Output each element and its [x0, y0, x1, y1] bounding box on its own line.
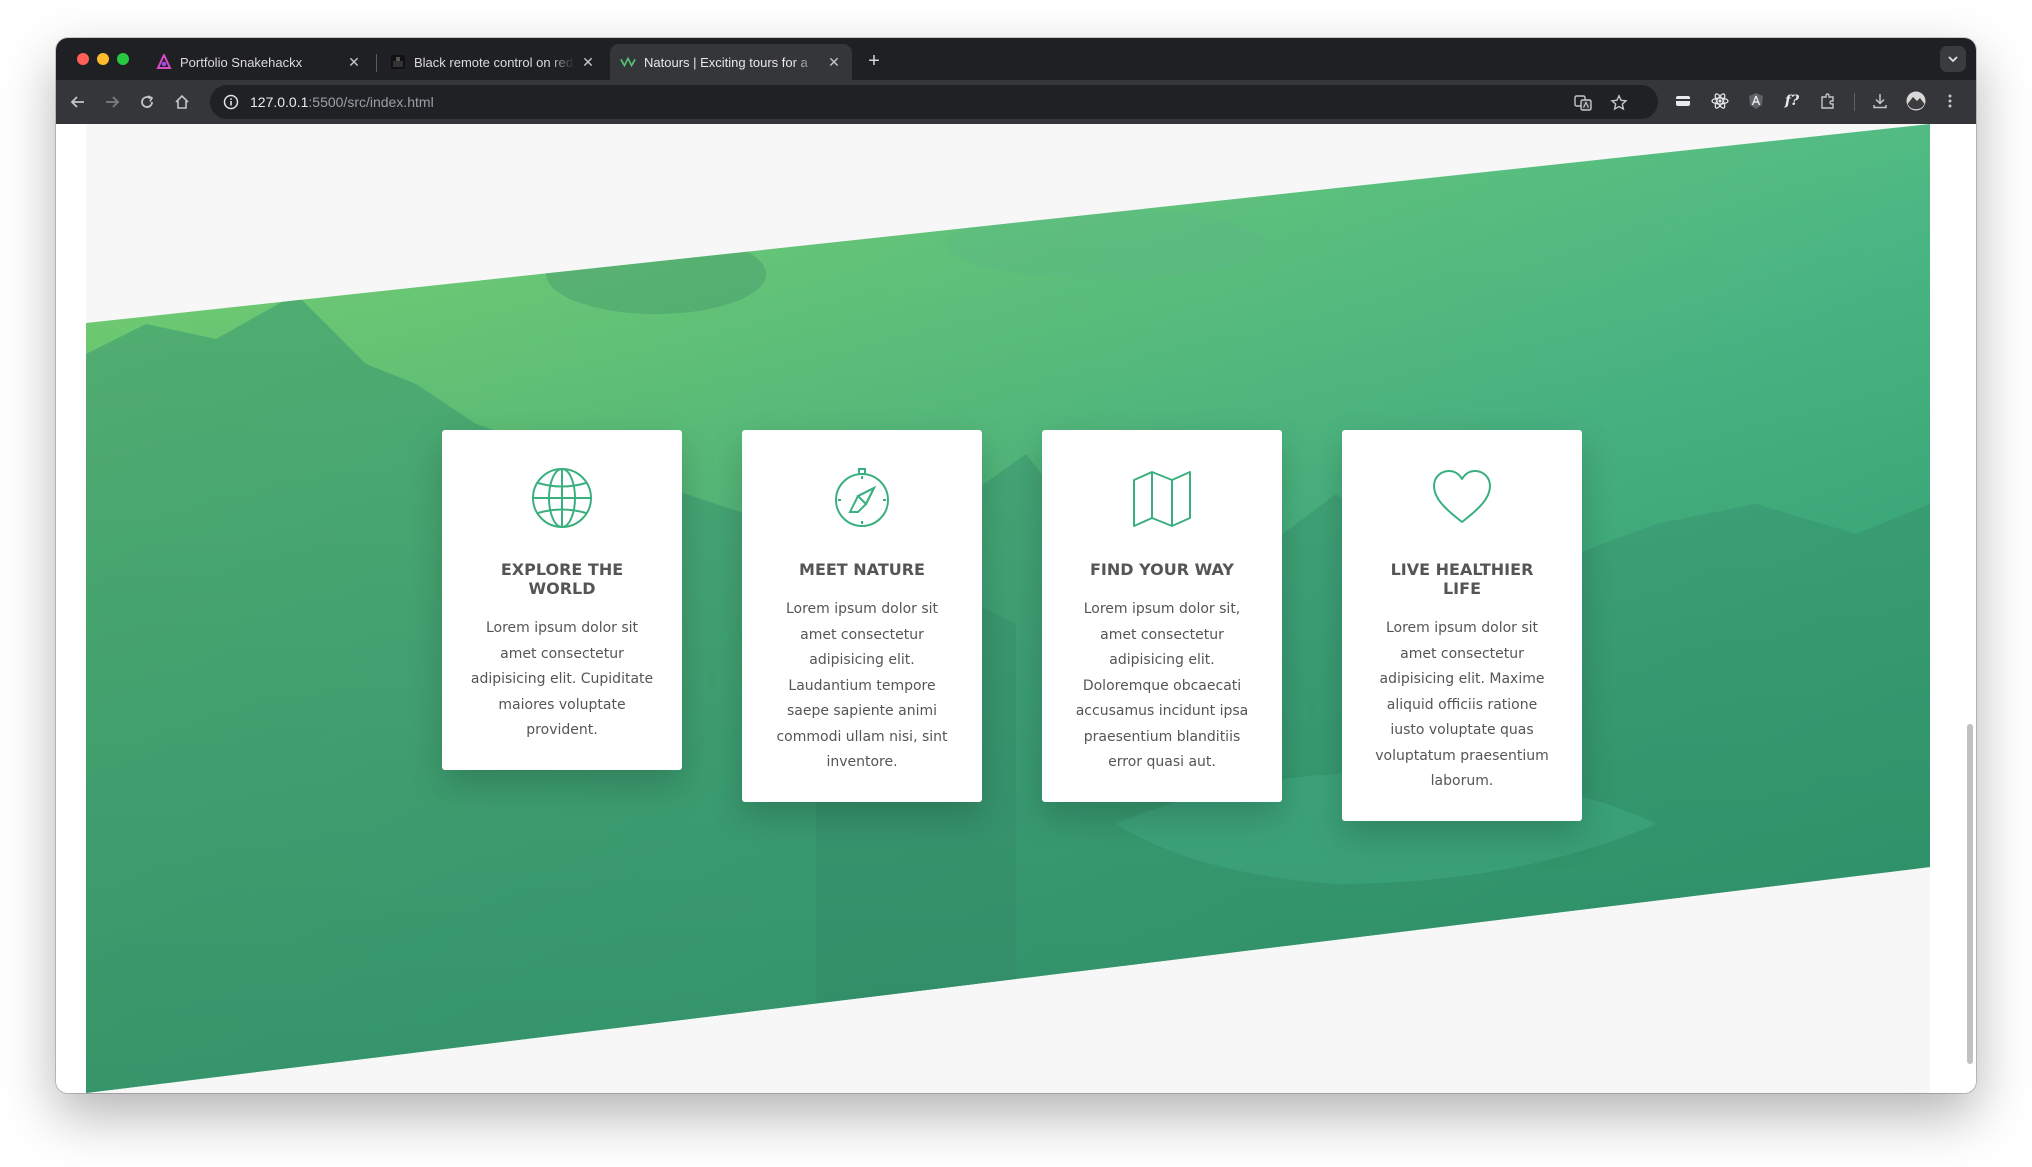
translate-icon[interactable] — [1574, 94, 1592, 112]
zoom-window-button[interactable] — [117, 53, 129, 65]
tab-title: Portfolio Snakehackx — [180, 54, 303, 70]
feature-card: Meet nature Lorem ipsum dolor sit amet c… — [742, 430, 982, 802]
feature-text: Lorem ipsum dolor sit amet consectetur a… — [1375, 620, 1549, 789]
extensions-puzzle-icon[interactable] — [1818, 91, 1838, 111]
features-section-background — [86, 124, 1930, 1093]
tab-remote-control[interactable]: Black remote control on red t ✕ — [380, 44, 606, 80]
map-icon — [1133, 471, 1191, 527]
feature-text: Lorem ipsum dolor sit, amet consectetur … — [1075, 601, 1249, 770]
url-host: 127.0.0.1 — [250, 94, 309, 110]
profile-avatar[interactable] — [1906, 91, 1926, 111]
feature-heading: Meet nature — [799, 560, 925, 579]
bookmark-star-icon[interactable] — [1610, 94, 1628, 112]
angular-devtools-icon[interactable] — [1746, 91, 1766, 111]
url-text: 127.0.0.1:5500/src/index.html — [250, 94, 434, 110]
feature-text: Lorem ipsum dolor sit amet consectetur a… — [776, 601, 948, 770]
tab-search-button[interactable] — [1940, 46, 1966, 72]
reload-button[interactable] — [136, 91, 158, 113]
tab-title: Black remote control on red t — [414, 54, 574, 70]
browser-window: Portfolio Snakehackx ✕ Black remote cont… — [56, 38, 1976, 1093]
forward-button[interactable] — [101, 91, 123, 113]
arrow-left-icon — [70, 96, 84, 108]
new-tab-button[interactable]: + — [862, 50, 886, 74]
tab-title: Natours | Exciting tours for a — [644, 54, 808, 70]
natours-logo-icon — [620, 54, 636, 70]
close-window-button[interactable] — [77, 53, 89, 65]
arrow-right-icon — [106, 96, 120, 108]
extension-card-icon[interactable] — [1673, 91, 1693, 111]
tab-natours[interactable]: Natours | Exciting tours for a ✕ — [610, 44, 852, 80]
image-thumbnail-icon — [390, 54, 406, 70]
function-extension-icon[interactable]: f? — [1782, 91, 1802, 111]
close-tab-icon[interactable]: ✕ — [826, 54, 842, 70]
more-menu-icon[interactable] — [1940, 91, 1960, 111]
home-button[interactable] — [171, 91, 193, 113]
feature-text: Lorem ipsum dolor sit amet consectetur a… — [470, 620, 654, 738]
tab-portfolio[interactable]: Portfolio Snakehackx ✕ — [146, 44, 372, 80]
globe-icon — [532, 468, 592, 528]
compass-icon — [835, 468, 889, 527]
heart-icon — [1433, 470, 1491, 523]
back-button[interactable] — [67, 91, 89, 113]
address-bar[interactable]: 127.0.0.1:5500/src/index.html — [210, 85, 1658, 119]
home-icon — [175, 94, 189, 109]
close-tab-icon[interactable]: ✕ — [580, 54, 596, 70]
page-viewport: Explore the world Lorem ipsum dolor sit … — [56, 124, 1976, 1093]
feature-heading: Explore the world — [500, 560, 624, 598]
toolbar-separator — [1854, 93, 1855, 111]
feature-heading: Live healthier life — [1390, 560, 1534, 598]
reload-icon — [141, 95, 154, 108]
site-info-icon[interactable] — [222, 93, 240, 111]
feature-card: Live healthier life Lorem ipsum dolor si… — [1342, 430, 1582, 821]
chevron-down-icon — [1948, 56, 1958, 63]
react-devtools-icon[interactable] — [1710, 91, 1730, 111]
feature-heading: Find your way — [1090, 560, 1234, 579]
download-icon[interactable] — [1870, 91, 1890, 111]
feature-card: Explore the world Lorem ipsum dolor sit … — [442, 430, 682, 770]
url-path: :5500/src/index.html — [308, 94, 434, 110]
tab-separator — [376, 54, 377, 72]
tab-strip: Portfolio Snakehackx ✕ Black remote cont… — [56, 38, 1976, 80]
snakehackx-logo-icon — [156, 54, 172, 70]
minimize-window-button[interactable] — [97, 53, 109, 65]
feature-card: Find your way Lorem ipsum dolor sit, ame… — [1042, 430, 1282, 802]
scrollbar[interactable] — [1967, 724, 1973, 1064]
close-tab-icon[interactable]: ✕ — [346, 54, 362, 70]
